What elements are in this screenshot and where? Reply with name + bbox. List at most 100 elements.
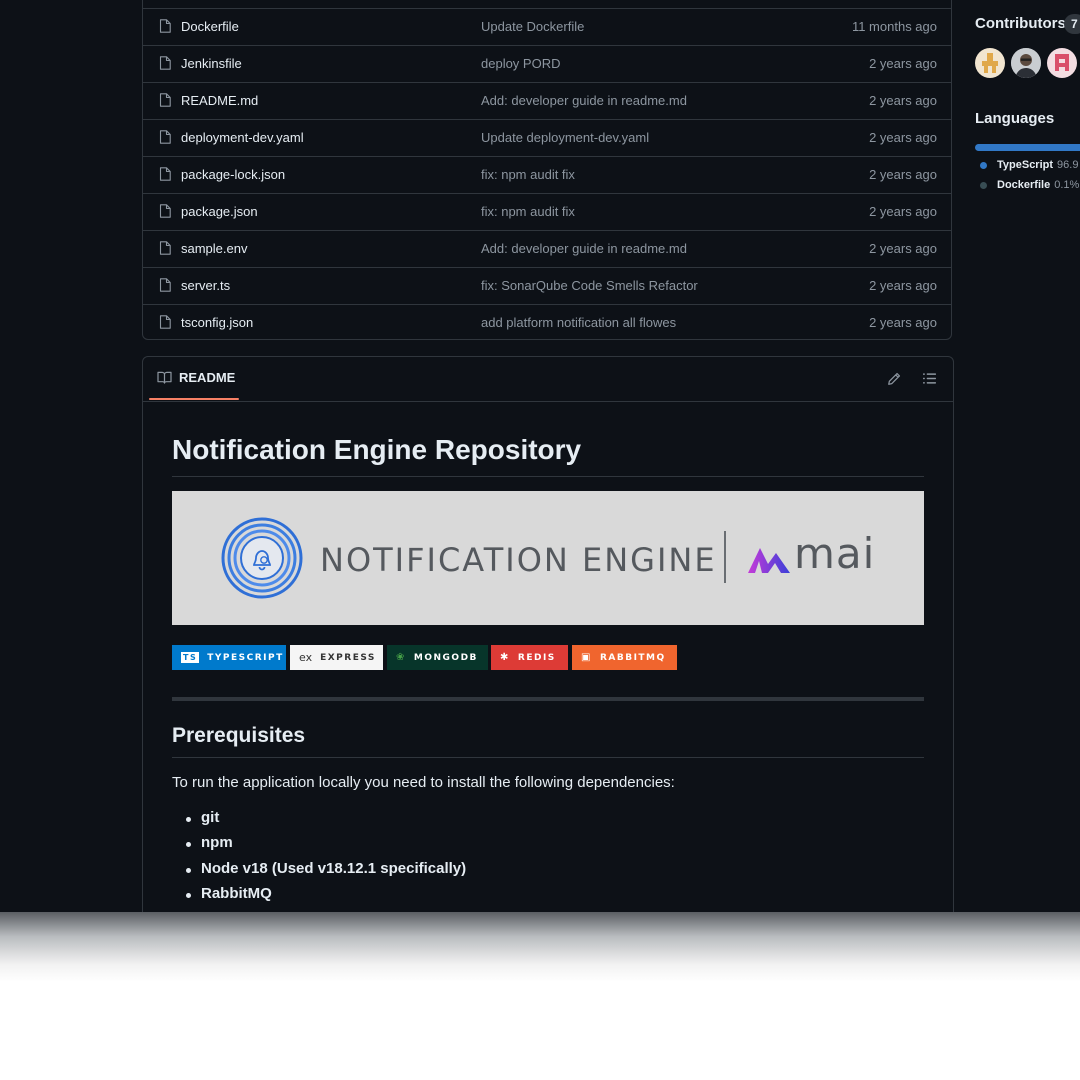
- banner-divider: [724, 531, 726, 583]
- commit-message-link[interactable]: deploy PORD: [481, 56, 560, 71]
- readme-tab-label: README: [179, 370, 236, 385]
- table-row[interactable]: package.json fix: npm audit fix 2 years ag…: [143, 193, 951, 230]
- file-name-link[interactable]: package-lock.json: [181, 167, 285, 182]
- express-icon: ex: [299, 651, 313, 664]
- leaf-icon: ❀: [396, 652, 406, 663]
- tech-badge[interactable]: ❀ MONGODB: [387, 645, 488, 670]
- commit-message-link[interactable]: fix: npm audit fix: [481, 204, 575, 219]
- pencil-icon[interactable]: [887, 372, 901, 386]
- language-item[interactable]: Dockerfile 0.1%: [980, 179, 1079, 191]
- commit-message-link[interactable]: Update deployment-dev.yaml: [481, 130, 649, 145]
- file-icon: [159, 315, 171, 329]
- language-percent: 96.9: [1057, 159, 1079, 171]
- tech-badge[interactable]: ex EXPRESS: [290, 645, 383, 670]
- commit-age: 11 months ago: [851, 19, 937, 34]
- table-row[interactable]: tsconfig.json add platform notification a…: [143, 304, 951, 341]
- commit-age: 2 years ago: [869, 56, 937, 71]
- avatar[interactable]: [1047, 48, 1077, 78]
- commit-age: 2 years ago: [869, 315, 937, 330]
- tech-badge[interactable]: TS TYPESCRIPT: [172, 645, 286, 670]
- language-item[interactable]: TypeScript 96.9: [980, 159, 1078, 171]
- table-row[interactable]: package-lock.json fix: npm audit fix 2 yea…: [143, 156, 951, 193]
- languages-heading: Languages: [975, 110, 1055, 127]
- prerequisites-text: To run the application locally you need …: [172, 774, 675, 791]
- table-row[interactable]: Jenkinsfile deploy PORD 2 years ago: [143, 45, 951, 82]
- badge-label: MONGODB: [413, 652, 478, 663]
- avatar-pattern-icon: [982, 53, 998, 73]
- avatar-pattern-icon: [1055, 54, 1069, 71]
- commit-age: 2 years ago: [869, 241, 937, 256]
- commit-message-link[interactable]: Update Dockerfile: [481, 19, 584, 34]
- file-name-link[interactable]: tsconfig.json: [181, 315, 253, 330]
- mai-logo-icon: [748, 548, 790, 573]
- file-name-link[interactable]: Jenkinsfile: [181, 56, 242, 71]
- file-table: Dockerfile Update Dockerfile 11 months ago…: [142, 0, 952, 340]
- bottom-fade: [0, 912, 1080, 982]
- tech-badge[interactable]: ▣ RABBITMQ: [572, 645, 677, 670]
- file-name-link[interactable]: sample.env: [181, 241, 247, 256]
- file-name-link[interactable]: deployment-dev.yaml: [181, 130, 304, 145]
- file-name-link[interactable]: Dockerfile: [181, 19, 239, 34]
- prerequisites-list: git npm Node v18 (Used v18.12.1 specific…: [172, 809, 466, 911]
- commit-age: 2 years ago: [869, 130, 937, 145]
- file-icon: [159, 204, 171, 218]
- avatar-photo-icon: [1011, 48, 1041, 78]
- language-dot-icon: [980, 181, 987, 189]
- table-row[interactable]: deployment-dev.yaml Update deployment-dev…: [143, 119, 951, 156]
- rabbitmq-icon: ▣: [581, 652, 592, 663]
- prerequisites-heading: Prerequisites: [172, 724, 924, 758]
- readme-panel: README Notification Engine Repository NO…: [142, 356, 954, 915]
- table-row[interactable]: sample.env Add: developer guide in readme…: [143, 230, 951, 267]
- book-icon: [157, 371, 172, 384]
- banner-brand: mai: [794, 529, 876, 578]
- list-item: git: [172, 809, 466, 834]
- commit-message-link[interactable]: Add: developer guide in readme.md: [481, 241, 687, 256]
- file-name-link[interactable]: README.md: [181, 93, 258, 108]
- file-name-link[interactable]: package.json: [181, 204, 258, 219]
- table-row[interactable]: README.md Add: developer guide in readme.…: [143, 82, 951, 119]
- contributors-count-badge: 7: [1064, 14, 1080, 34]
- banner-title: NOTIFICATION ENGINE: [320, 541, 717, 579]
- file-name-link[interactable]: server.ts: [181, 278, 230, 293]
- badge-label: RABBITMQ: [599, 652, 666, 663]
- file-icon: [159, 130, 171, 144]
- languages-bar: [975, 144, 1080, 151]
- badge-label: TYPESCRIPT: [207, 652, 284, 663]
- language-name: Dockerfile: [997, 179, 1051, 191]
- list-icon[interactable]: [922, 372, 937, 385]
- commit-age: 2 years ago: [869, 204, 937, 219]
- commit-message-link[interactable]: Add: developer guide in readme.md: [481, 93, 687, 108]
- file-icon: [159, 93, 171, 107]
- file-icon: [159, 241, 171, 255]
- contributors-heading[interactable]: Contributors: [975, 15, 1066, 32]
- avatar[interactable]: [975, 48, 1005, 78]
- table-row[interactable]: Dockerfile Update Dockerfile 11 months ago: [143, 8, 951, 45]
- readme-tab[interactable]: README: [157, 370, 235, 385]
- list-item: npm: [172, 834, 466, 859]
- readme-header: README: [143, 357, 953, 402]
- tech-badge[interactable]: ✱ REDIS: [491, 645, 568, 670]
- language-name: TypeScript: [997, 159, 1054, 171]
- commit-message-link[interactable]: fix: SonarQube Code Smells Refactor: [481, 278, 698, 293]
- list-item: RabbitMQ: [172, 885, 466, 910]
- repo-page: Dockerfile Update Dockerfile 11 months ago…: [0, 0, 1080, 915]
- commit-age: 2 years ago: [869, 167, 937, 182]
- file-icon: [159, 167, 171, 181]
- language-dot-icon: [980, 161, 987, 169]
- file-icon: [159, 56, 171, 70]
- typescript-icon: TS: [181, 652, 200, 663]
- file-icon: [159, 19, 171, 33]
- list-item: Node v18 (Used v18.12.1 specifically): [172, 860, 466, 885]
- commit-message-link[interactable]: fix: npm audit fix: [481, 167, 575, 182]
- readme-tab-underline: [149, 398, 239, 400]
- avatar[interactable]: [1011, 48, 1041, 78]
- readme-title: Notification Engine Repository: [172, 434, 924, 477]
- readme-banner-image: NOTIFICATION ENGINE mai: [172, 491, 924, 625]
- commit-message-link[interactable]: add platform notification all flowes: [481, 315, 676, 330]
- horizontal-rule: [172, 697, 924, 701]
- commit-age: 2 years ago: [869, 93, 937, 108]
- bell-logo-icon: [221, 517, 303, 599]
- redis-icon: ✱: [500, 652, 510, 663]
- language-percent: 0.1%: [1054, 179, 1080, 191]
- table-row[interactable]: server.ts fix: SonarQube Code Smells Refa…: [143, 267, 951, 304]
